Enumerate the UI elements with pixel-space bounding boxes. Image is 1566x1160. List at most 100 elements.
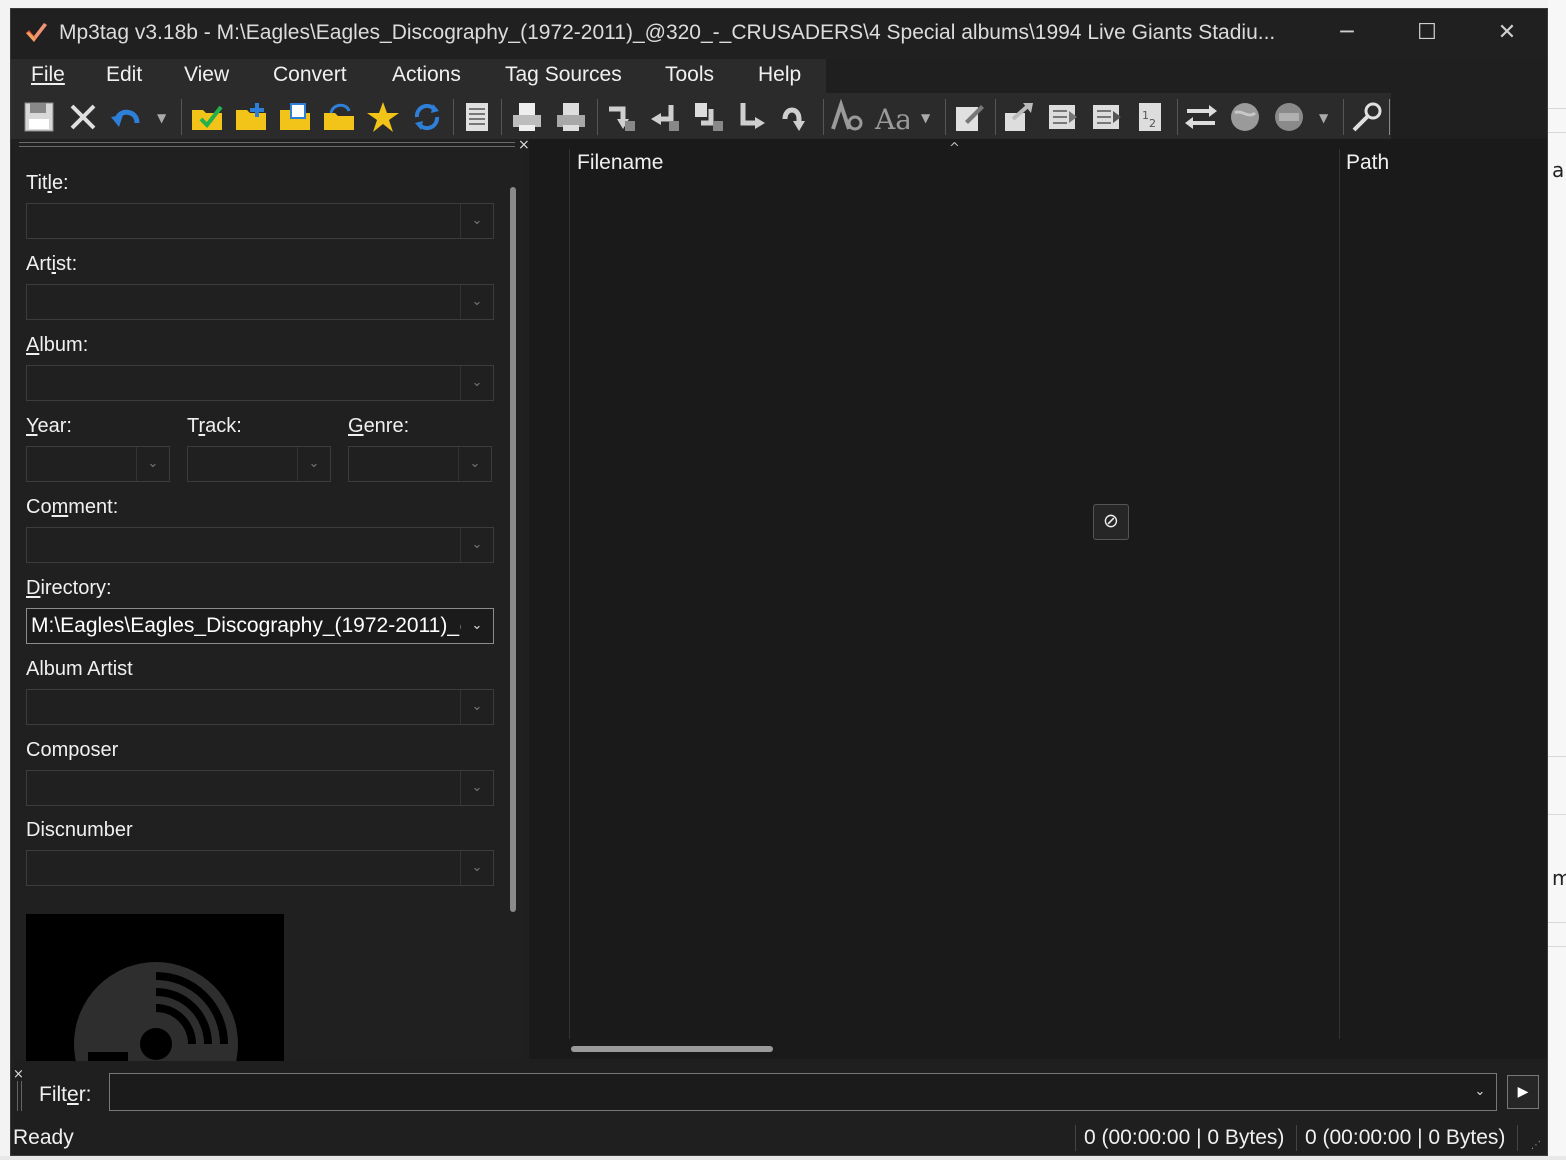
print-icon[interactable] [553,99,589,135]
web-sources-dropdown-icon[interactable]: ▼ [1319,111,1328,125]
discnumber-field[interactable]: ⌄ [26,850,494,886]
menu-actions[interactable]: Actions [392,63,461,87]
swap-icon[interactable] [1183,99,1219,135]
toolbar: ▼ Aa ▼ 1 2 ▼ [11,93,1391,139]
column-divider[interactable] [569,149,570,1039]
save-icon[interactable] [21,99,57,135]
comment-field[interactable]: ⌄ [26,527,494,563]
filter-close-icon[interactable]: × [13,1067,24,1082]
chevron-down-icon[interactable]: ⌄ [1464,1074,1496,1110]
menu-convert[interactable]: Convert [273,63,347,87]
chevron-down-icon[interactable]: ⌄ [297,447,330,481]
window-title: Mp3tag v3.18b - M:\Eagles\Eagles_Discogr… [59,21,1276,44]
export-icon[interactable] [509,99,545,135]
change-directory-icon[interactable] [189,99,225,135]
tag-panel: × Title: ⌄ Artist: ⌄ Album: ⌄ Year: ⌄ Tr… [15,137,530,1066]
panel-close-icon[interactable]: × [518,137,530,153]
title-bar[interactable]: Mp3tag v3.18b - M:\Eagles\Eagles_Discogr… [11,9,1547,59]
menu-tools[interactable]: Tools [665,63,714,87]
menu-file[interactable]: File [31,63,65,87]
directory-value: M:\Eagles\Eagles_Discography_(1972-2011)… [31,614,461,637]
mp3tag-app-icon [26,23,47,42]
chevron-down-icon[interactable]: ⌄ [460,851,493,885]
chevron-down-icon[interactable]: ⌄ [136,447,169,481]
year-label: Year: [26,415,72,437]
filter-apply-button[interactable]: ▶ [1507,1075,1539,1109]
menu-bar-empty [826,59,1547,93]
album-artist-field[interactable]: ⌄ [26,689,494,725]
track-label: Track: [187,415,242,437]
autonumbering-icon[interactable] [779,99,815,135]
chevron-down-icon[interactable]: ⌄ [458,447,491,481]
track-field[interactable]: ⌄ [187,446,331,482]
tag-to-filename-icon[interactable] [603,99,639,135]
discogs-icon[interactable] [1271,99,1307,135]
album-field[interactable]: ⌄ [26,365,494,401]
refresh-icon[interactable] [409,99,445,135]
chevron-down-icon[interactable]: ⌄ [460,690,493,724]
menu-view[interactable]: View [184,63,229,87]
resize-grip-icon[interactable]: ⋰ [1531,1140,1541,1151]
minimize-button[interactable]: ─ [1307,9,1387,59]
options-icon[interactable] [1349,99,1385,135]
chevron-down-icon[interactable]: ⌄ [461,609,493,643]
undo-dropdown-icon[interactable]: ▼ [157,111,166,125]
chevron-down-icon[interactable]: ⌄ [460,204,493,238]
action-quick-icon[interactable] [1089,99,1125,135]
close-button[interactable]: ✕ [1467,9,1547,59]
menu-edit[interactable]: Edit [106,63,142,87]
filename-to-tag-icon[interactable] [647,99,683,135]
background-text-fragment: a [1552,158,1565,182]
svg-text:1: 1 [1142,109,1149,122]
column-header-filename[interactable]: Filename [577,151,663,175]
genre-field[interactable]: ⌄ [348,446,492,482]
status-total: 0 (00:00:00 | 0 Bytes) [1305,1126,1506,1149]
menu-tag-sources[interactable]: Tag Sources [505,63,622,87]
comment-label: Comment: [26,496,119,518]
text-file-to-tag-icon[interactable] [691,99,727,135]
chevron-down-icon[interactable]: ⌄ [460,366,493,400]
filter-input[interactable]: ⌄ [109,1073,1497,1111]
filter-bar: × Filter: ⌄ ▶ [11,1061,1547,1121]
album-label: Album: [26,334,89,356]
freedb-icon[interactable] [1227,99,1263,135]
case-conversion-icon[interactable] [829,99,865,135]
file-list[interactable]: Filename ^ Path ⊘ [529,139,1547,1059]
edit-tag-icon[interactable] [951,99,987,135]
numbering-icon[interactable]: 12 [1133,99,1169,135]
text-conversion-icon[interactable]: Aa [873,99,909,135]
file-list-horizontal-scrollbar[interactable] [571,1046,773,1052]
tag-to-tag-icon[interactable] [735,99,771,135]
undo-icon[interactable] [109,99,145,135]
chevron-down-icon[interactable]: ⌄ [460,771,493,805]
open-directory-icon[interactable] [277,99,313,135]
remove-tag-icon[interactable] [65,99,101,135]
add-directory-icon[interactable] [233,99,269,135]
composer-field[interactable]: ⌄ [26,770,494,806]
text-conversion-dropdown-icon[interactable]: ▼ [921,111,930,125]
genre-label: Genre: [348,415,410,437]
artist-field[interactable]: ⌄ [26,284,494,320]
year-field[interactable]: ⌄ [26,446,170,482]
directory-field[interactable]: M:\Eagles\Eagles_Discography_(1972-2011)… [26,608,494,644]
menu-help[interactable]: Help [758,63,801,87]
maximize-button[interactable]: ☐ [1387,9,1467,59]
tag-panel-scrollbar[interactable] [510,187,516,912]
panel-grip[interactable] [19,142,515,147]
tag-sources-icon[interactable] [1001,99,1037,135]
column-divider[interactable] [1339,149,1340,1039]
favorite-icon[interactable] [365,99,401,135]
recent-directory-icon[interactable] [321,99,357,135]
filter-label: Filter: [39,1083,92,1106]
filter-grip[interactable] [17,1081,22,1111]
no-files-icon: ⊘ [1093,504,1129,540]
column-header-path[interactable]: Path [1346,151,1389,175]
extended-tags-icon[interactable] [459,99,495,135]
composer-label: Composer [26,739,119,761]
cover-art[interactable] [26,914,284,1066]
action-icon[interactable] [1045,99,1081,135]
chevron-down-icon[interactable]: ⌄ [460,285,493,319]
title-field[interactable]: ⌄ [26,203,494,239]
background-window-edge: a m [1548,0,1566,1160]
chevron-down-icon[interactable]: ⌄ [460,528,493,562]
